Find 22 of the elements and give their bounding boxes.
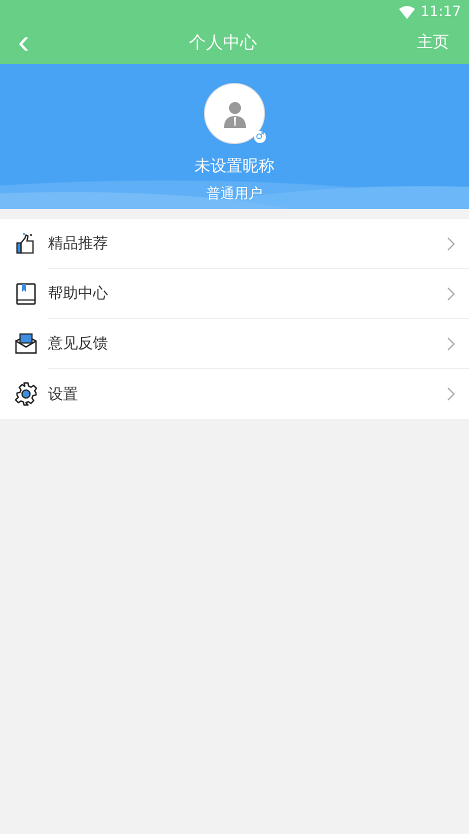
page-title: 个人中心 [189, 32, 258, 54]
menu-item[interactable]: 设置 [0, 369, 469, 419]
chevron-icon [447, 286, 455, 300]
chevron-icon [447, 236, 455, 250]
chevron-icon [447, 336, 455, 350]
nickname: 未设置昵称 [194, 156, 274, 177]
menu-item[interactable]: 精品推荐 [0, 219, 469, 269]
envelope-icon [14, 332, 38, 356]
wifi-icon [398, 6, 415, 18]
menu-item[interactable]: 意见反馈 [0, 319, 469, 369]
menu-item[interactable]: 帮助中心 [0, 269, 469, 319]
gender-mark: ♂ [254, 131, 266, 143]
menu-label: 精品推荐 [48, 234, 108, 253]
chevron-icon [447, 387, 455, 401]
menu-label: 设置 [48, 384, 78, 404]
user-role: 普通用户 [206, 185, 262, 203]
book-icon [14, 282, 38, 306]
settings-icon [14, 382, 38, 406]
user-icon [222, 100, 248, 128]
menu-label: 意见反馈 [48, 334, 108, 353]
status-time: 11:17 [420, 4, 461, 20]
menu-label: 帮助中心 [48, 284, 108, 303]
